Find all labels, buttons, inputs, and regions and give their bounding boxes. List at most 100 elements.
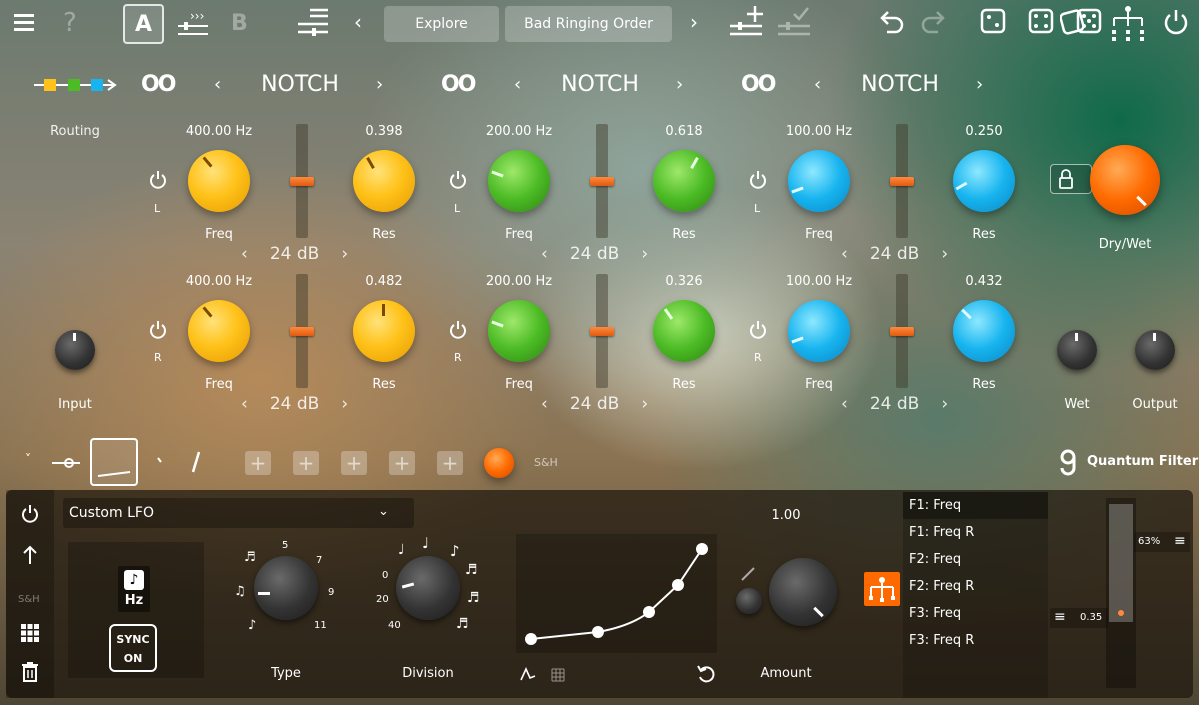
depth-percent-badge[interactable]: 63% ≡ [1134,532,1190,552]
randomize-medium-icon[interactable] [1028,8,1054,34]
filter2-l-freq-knob[interactable] [488,150,550,212]
type-knob[interactable] [254,556,318,620]
target-routing-button[interactable] [864,572,900,606]
preset-b-button[interactable]: B [231,11,248,36]
filter1-type[interactable]: NOTCH [255,72,345,97]
filter1-r-gain-dec[interactable]: ‹ [241,394,248,414]
help-icon[interactable]: ? [63,8,77,38]
filter2-next-type[interactable]: › [676,74,683,95]
curve-point[interactable] [643,606,655,618]
lfo-type-dropdown[interactable]: Custom LFO ⌄ [63,498,414,528]
routing-diagram-icon[interactable] [34,76,118,94]
filter3-r-gain-handle[interactable] [890,327,914,336]
filter3-r-power-icon[interactable] [748,320,768,340]
filter1-l-res-knob[interactable] [353,150,415,212]
lfo-slot-3[interactable] [188,450,204,474]
target-item[interactable]: F3: Freq R [903,627,1048,654]
target-item[interactable]: F3: Freq [903,600,1048,627]
sh-slot-knob[interactable] [484,448,514,478]
confirm-preset-icon[interactable] [776,4,814,40]
filter2-l-gain-inc[interactable]: › [641,244,648,264]
curve-point[interactable] [696,543,708,555]
lfo-sh-side-label[interactable]: S&H [18,594,40,605]
division-knob[interactable] [396,556,460,620]
filter1-l-gain-dec[interactable]: ‹ [241,244,248,264]
depth-meter-track[interactable] [1106,498,1136,688]
filter1-prev-type[interactable]: ‹ [214,74,221,95]
routing-tree-icon[interactable] [1110,4,1146,42]
depth-value-badge[interactable]: ≡ 0.35 [1050,608,1108,628]
randomize-all-icon[interactable] [1059,6,1104,36]
filter1-l-gain-inc[interactable]: › [341,244,348,264]
target-item[interactable]: F2: Freq [903,546,1048,573]
filter3-prev-type[interactable]: ‹ [814,74,821,95]
target-item[interactable]: F1: Freq R [903,519,1048,546]
filter3-r-gain-dec[interactable]: ‹ [841,394,848,414]
filter1-r-power-icon[interactable] [148,320,168,340]
collapse-chevron-icon[interactable]: ˅ [25,452,31,466]
preset-settings-icon[interactable] [296,4,332,40]
next-preset-button[interactable]: › [690,10,698,34]
explore-button[interactable]: Explore [384,6,499,42]
target-item[interactable]: F2: Freq R [903,573,1048,600]
lfo-slot-selected[interactable] [90,438,138,486]
filter2-r-gain-handle[interactable] [590,327,614,336]
curve-reset-icon[interactable] [696,664,716,684]
filter3-next-type[interactable]: › [976,74,983,95]
filter2-r-gain-dec[interactable]: ‹ [541,394,548,414]
undo-icon[interactable] [877,8,905,36]
filter3-l-gain-handle[interactable] [890,177,914,186]
target-item-selected[interactable]: F1: Freq [903,492,1048,519]
amount-small-knob[interactable] [736,588,762,614]
drywet-knob[interactable] [1090,145,1160,215]
lfo-power-icon[interactable] [20,504,40,524]
filter1-l-freq-knob[interactable] [188,150,250,212]
lfo-delete-icon[interactable] [21,661,39,683]
randomize-small-icon[interactable] [980,8,1006,34]
filter1-r-res-knob[interactable] [353,300,415,362]
prev-preset-button[interactable]: ‹ [354,10,362,34]
add-mod-slot-3[interactable]: + [341,451,367,475]
filter3-l-gain-inc[interactable]: › [941,244,948,264]
filter1-next-type[interactable]: › [376,74,383,95]
filter2-r-res-knob[interactable] [653,300,715,362]
input-knob[interactable] [55,330,95,370]
add-mod-slot-4[interactable]: + [389,451,415,475]
curve-grid-icon[interactable] [551,667,565,682]
add-mod-slot-1[interactable]: + [245,451,271,475]
filter2-prev-type[interactable]: ‹ [514,74,521,95]
curve-point[interactable] [672,579,684,591]
filter2-l-gain-handle[interactable] [590,177,614,186]
filter3-r-gain-inc[interactable]: › [941,394,948,414]
filter3-l-freq-knob[interactable] [788,150,850,212]
drywet-lock-icon[interactable] [1050,164,1092,194]
filter3-link-toggle[interactable]: OO [741,72,776,97]
filter2-l-res-knob[interactable] [653,150,715,212]
lfo-up-arrow-icon[interactable] [21,544,39,566]
filter2-r-freq-knob[interactable] [488,300,550,362]
filter3-l-gain-dec[interactable]: ‹ [841,244,848,264]
add-mod-slot-2[interactable]: + [293,451,319,475]
filter3-r-res-knob[interactable] [953,300,1015,362]
filter2-l-gain-dec[interactable]: ‹ [541,244,548,264]
add-mod-slot-5[interactable]: + [437,451,463,475]
filter1-r-freq-knob[interactable] [188,300,250,362]
filter3-type[interactable]: NOTCH [855,72,945,97]
filter2-r-gain-inc[interactable]: › [641,394,648,414]
rate-mode-button[interactable]: ♪ Hz [118,566,150,612]
filter1-r-gain-handle[interactable] [290,327,314,336]
amount-knob[interactable] [769,558,837,626]
filter1-r-gain-inc[interactable]: › [341,394,348,414]
filter3-l-res-knob[interactable] [953,150,1015,212]
curve-point[interactable] [592,626,604,638]
lfo-slot-2[interactable] [152,452,168,472]
filter2-link-toggle[interactable]: OO [441,72,476,97]
preset-a-button[interactable]: A [123,4,164,44]
menu-icon[interactable] [14,14,34,31]
preset-name-display[interactable]: Bad Ringing Order [505,6,672,42]
sync-toggle[interactable]: SYNC ON [109,624,157,672]
filter2-type[interactable]: NOTCH [555,72,645,97]
filter3-r-freq-knob[interactable] [788,300,850,362]
filter2-r-power-icon[interactable] [448,320,468,340]
copy-a-to-b-icon[interactable]: ››› [176,8,210,38]
